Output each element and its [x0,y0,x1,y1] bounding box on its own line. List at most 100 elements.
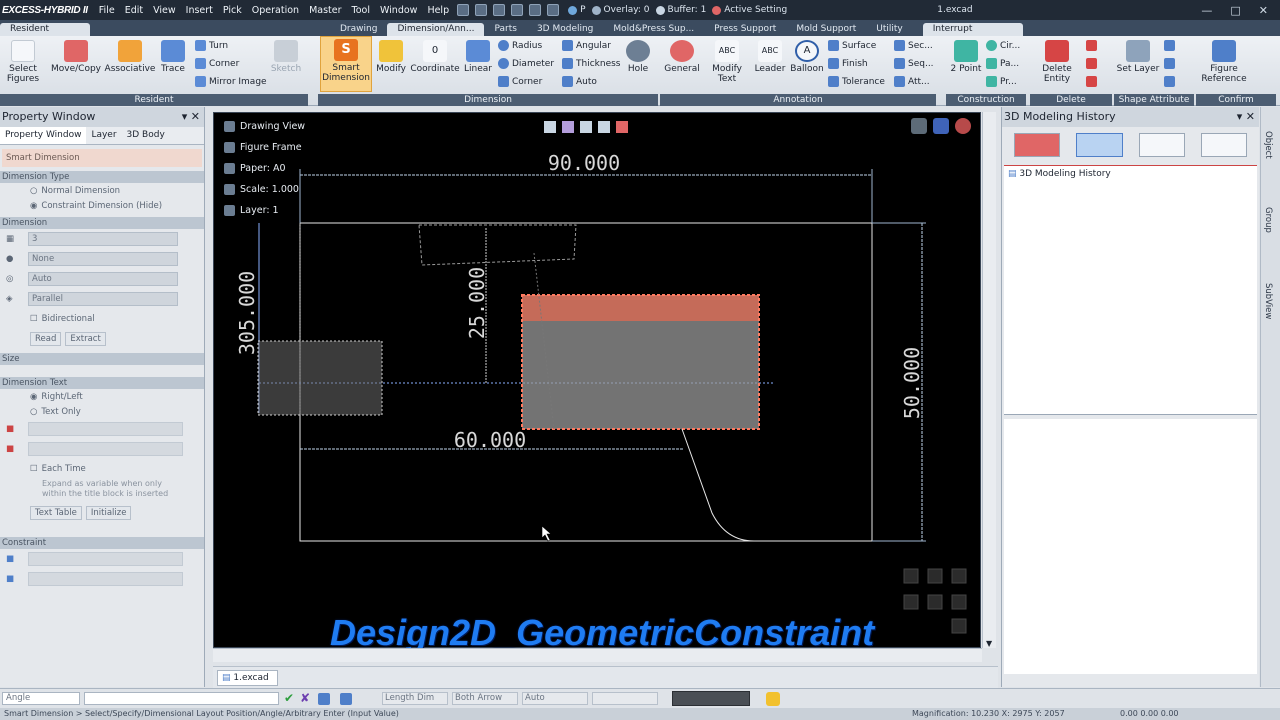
dim-text-90[interactable]: 90.000 [548,151,620,175]
tab-mold-press-sup[interactable]: Mold&Press Sup... [603,23,704,36]
associative-button[interactable]: Associative [104,38,156,74]
direction-select[interactable]: Parallel [28,292,178,306]
digits-select[interactable]: 3 [28,232,178,246]
history-detail-panel[interactable] [1004,419,1257,674]
undo-icon[interactable] [511,4,524,16]
tab-mold-support[interactable]: Mold Support [786,23,866,36]
tolerance-button[interactable]: Tolerance [828,76,885,87]
menu-window[interactable]: Window [375,5,422,16]
each-time-checkbox[interactable]: ☐ Each Time [0,459,204,479]
hole-button[interactable]: Hole [622,38,654,74]
shape-attr-3[interactable] [1164,76,1175,87]
coordinate-button[interactable]: 0 Coordinate [410,38,460,74]
tolerance-select[interactable]: None [28,252,178,266]
new-file-icon[interactable] [457,4,470,16]
set-layer-button[interactable]: Set Layer [1116,38,1160,74]
single-view-icon[interactable] [1200,133,1247,157]
thickness-button[interactable]: Thickness [562,58,620,69]
side-tab-object[interactable]: Object [1263,131,1273,159]
auto-select[interactable]: Auto [522,692,588,705]
angle-select[interactable]: Angle [2,692,80,705]
delete-entity-button[interactable]: Delete Entity [1034,38,1080,84]
command-input[interactable] [84,692,279,705]
dim-text-60[interactable]: 60.000 [454,428,526,452]
menu-master[interactable]: Master [304,5,346,16]
tree-root-label[interactable]: 3D Modeling History [1019,169,1110,179]
constraint-field-2[interactable] [28,572,183,586]
both-arrow-select[interactable]: Both Arrow [452,692,518,705]
menu-help[interactable]: Help [422,5,454,16]
constraint-field-1[interactable] [28,552,183,566]
menu-view[interactable]: View [148,5,181,16]
select-figures-button[interactable]: Select Figures [3,38,43,84]
shape-attr-2[interactable] [1164,58,1175,69]
p-indicator[interactable]: P [568,5,586,15]
modify-button[interactable]: Modify [374,38,408,74]
radio-constraint-dimension[interactable]: ◉ Constraint Dimension (Hide) [0,198,204,213]
circle-button[interactable]: Cir... [986,40,1020,51]
sec-button[interactable]: Sec... [894,40,933,51]
dim-text-305[interactable]: 305.000 [235,271,259,355]
dim-text-25[interactable]: 25.000 [465,267,489,339]
finish-button[interactable]: Finish [828,58,868,69]
open-file-icon[interactable] [475,4,488,16]
smart-dimension-button[interactable]: S Smart Dimension [320,36,372,92]
history-tree[interactable]: ▤ 3D Modeling History [1004,165,1257,415]
redo-icon[interactable] [529,4,542,16]
move-copy-button[interactable]: Move/Copy [50,38,102,74]
general-button[interactable]: General [662,38,702,74]
view-cube-icons[interactable] [903,568,967,634]
sketch-button[interactable]: Sketch [268,38,304,74]
pa-button[interactable]: Pa... [986,58,1019,69]
tab-layer[interactable]: Layer [86,127,121,144]
position-select[interactable]: Auto [28,272,178,286]
tab-parts[interactable]: Parts [484,23,526,36]
shape-attr-1[interactable] [1164,40,1175,51]
history-view-icon[interactable] [1014,133,1061,157]
pane-controls-icon[interactable]: ▾ ✕ [182,107,204,127]
minimize-icon[interactable]: — [1201,4,1212,17]
read-button[interactable]: Read [30,332,62,346]
side-tab-group[interactable]: Group [1263,207,1273,233]
tab-dimension[interactable]: Dimension/Ann... [387,23,485,36]
corner-dimension-button[interactable]: Corner [498,76,542,87]
pr-button[interactable]: Pr... [986,76,1017,87]
menu-file[interactable]: File [94,5,120,16]
maximize-icon[interactable]: □ [1230,4,1240,17]
close-icon[interactable]: ✕ [1259,4,1268,17]
menu-operation[interactable]: Operation [247,5,304,16]
figure-reference-button[interactable]: Figure Reference [1198,38,1250,84]
confirm-check-icon[interactable]: ✔ [284,691,294,705]
tab-interrupt[interactable]: Interrupt [922,23,1023,36]
tab-property-window[interactable]: Property Window [0,127,87,144]
linear-button[interactable]: Linear [462,38,494,74]
extra-select[interactable] [592,692,658,705]
overlay-indicator[interactable]: Overlay: 0 [591,5,650,15]
delete-small-2[interactable] [1086,58,1097,69]
scroll-down-icon[interactable]: ▼ [986,639,992,648]
trace-button[interactable]: Trace [158,38,188,74]
corner-button[interactable]: Corner [195,58,239,69]
modify-text-button[interactable]: ABC Modify Text [706,38,748,84]
text-table-button[interactable]: Text Table [30,506,82,520]
radio-right-left[interactable]: ◉ Right/Left [0,389,204,404]
tab-3d-modeling[interactable]: 3D Modeling [527,23,603,36]
cancel-x-icon[interactable]: ✘ [300,691,310,705]
bidirectional-checkbox[interactable]: ☐ Bidirectional [0,309,204,329]
length-dim-select[interactable]: Length Dim [382,692,448,705]
menu-pick[interactable]: Pick [218,5,247,16]
redo-step-icon[interactable] [340,693,352,705]
save-icon[interactable] [493,4,506,16]
tab-3d-body[interactable]: 3D Body [122,127,170,144]
auto-button[interactable]: Auto [562,76,597,87]
vertical-split-icon[interactable] [1138,133,1185,157]
vertical-scrollbar[interactable]: ▼ [982,112,996,648]
active-setting-indicator[interactable]: Active Setting [712,5,787,15]
suffix-field[interactable] [28,442,183,456]
radio-text-only[interactable]: ○ Text Only [0,404,204,419]
prefix-field[interactable] [28,422,183,436]
mirror-image-button[interactable]: Mirror Image [195,76,267,87]
extract-button[interactable]: Extract [65,332,106,346]
pane-controls-icon[interactable]: ▾ ✕ [1237,107,1259,127]
color-swatch[interactable] [672,691,750,706]
